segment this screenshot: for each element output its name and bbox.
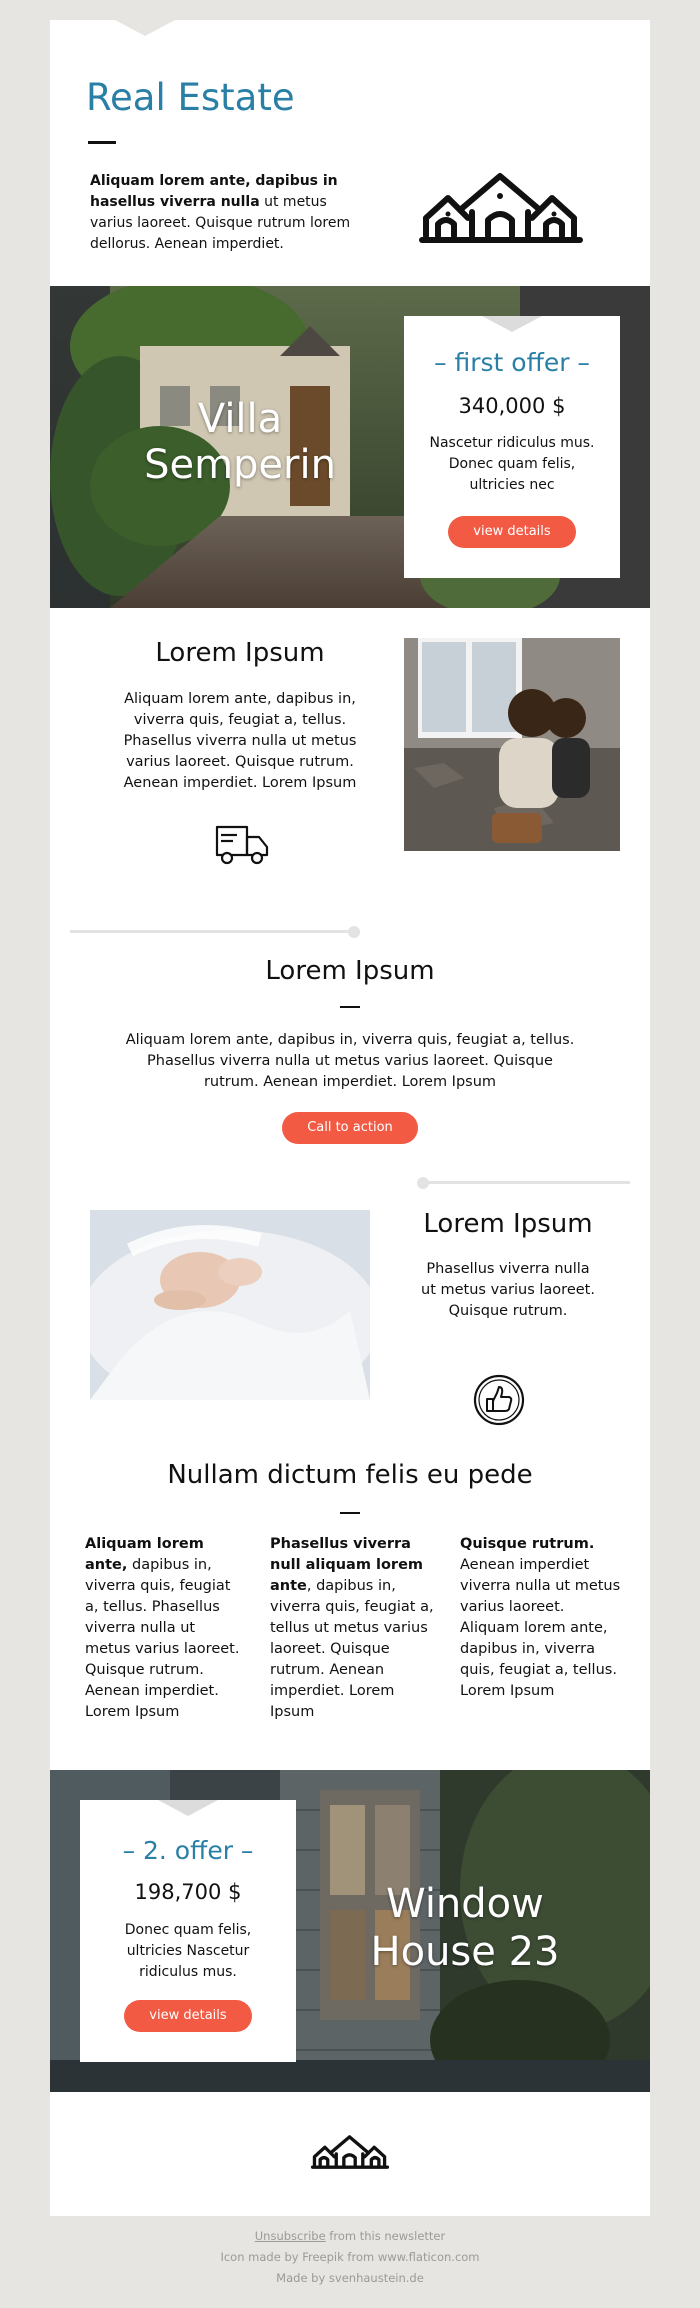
column-1-text: dapibus in, viverra quis, feugiat a, tel… [85,1557,240,1720]
unsubscribe-link[interactable]: Unsubscribe [255,2229,326,2243]
unsubscribe-line: Unsubscribe from this newsletter [0,2226,700,2247]
villa-caption: Villa Semperin [110,396,370,488]
offer2-notch [158,1800,218,1816]
houses-logo-icon [419,173,583,243]
offer1-description: Nascetur ridiculus mus. Donec quam felis… [429,435,595,493]
unsubscribe-suffix: from this newsletter [325,2229,446,2243]
offer1-card: – first offer – 340,000 $ Nascetur ridic… [404,316,620,578]
section2-underline [340,1006,360,1008]
offer2-hero: – 2. offer – 198,700 $ Donec quam felis,… [50,1770,650,2092]
divider-dot [348,926,360,938]
section3-heading: Lorem Ipsum [423,1209,593,1239]
offer2-price: 198,700 $ [134,1880,242,1904]
divider-line [70,930,360,933]
content-section: Lorem Ipsum Aliquam lorem ante, dapibus … [50,608,650,1770]
divider-line [427,1181,630,1184]
header-notch [115,20,175,36]
thumbs-up-icon [473,1374,525,1426]
offer2-card: – 2. offer – 198,700 $ Donec quam felis,… [80,1800,296,2062]
offer2-description: Donec quam felis, ultricies Nascetur rid… [124,1922,252,1980]
offer1-view-details-button[interactable]: view details [448,516,576,548]
column-3-bold: Quisque rutrum. [460,1536,595,1552]
section1-heading: Lorem Ipsum [155,638,325,668]
villa-caption-line1: Villa [197,396,283,442]
icon-credit: Icon made by Freepik from www.flaticon.c… [220,2250,480,2264]
section2-text: Aliquam lorem ante, dapibus in, viverra … [125,1032,575,1090]
column-3: Quisque rutrum. Aenean imperdiet viverra… [460,1534,624,1702]
window-house-caption-line2: House 23 [370,1929,560,1975]
call-to-action-button[interactable]: Call to action [282,1112,418,1144]
logo-footer-section [50,2092,650,2216]
made-by: Made by svenhaustein.de [276,2271,424,2285]
column-2-text: , dapibus in, viverra quis, feugiat a, t… [270,1578,434,1720]
column-3-text: Aenean imperdiet viverra nulla ut metus … [460,1557,621,1699]
offer2-label: – 2. offer – [122,1836,254,1865]
window-house-caption: Window House 23 [340,1880,590,1976]
columns-underline [340,1512,360,1514]
family-photo [404,638,620,851]
footer-text: Unsubscribe from this newsletter Icon ma… [0,2226,700,2289]
title-underline [88,141,116,144]
section1-text: Aliquam lorem ante, dapibus in, viverra … [123,691,357,791]
section2-heading: Lorem Ipsum [265,956,435,986]
offer1-price: 340,000 $ [458,394,566,418]
villa-caption-line2: Semperin [144,442,336,488]
header-section: Real Estate Aliquam lorem ante, dapibus … [50,20,650,286]
offer1-label: – first offer – [434,348,590,377]
header-intro: Aliquam lorem ante, dapibus in hasellus … [90,171,360,255]
page-title: Real Estate [86,76,295,119]
window-house-caption-line1: Window [386,1881,544,1927]
column-2: Phasellus viverra null aliquam lorem ant… [270,1534,434,1723]
offer1-notch [482,316,542,332]
column-1: Aliquam lorem ante, dapibus in, viverra … [85,1534,245,1723]
houses-logo-icon [310,2135,390,2169]
section3-text: Phasellus viverra nulla ut metus varius … [421,1261,595,1319]
columns-heading: Nullam dictum felis eu pede [167,1460,533,1490]
delivery-truck-icon [215,825,269,865]
offer1-hero: Villa Semperin – first offer – 340,000 $… [50,286,650,608]
baby-photo [90,1210,370,1400]
offer2-view-details-button[interactable]: view details [124,2000,252,2032]
